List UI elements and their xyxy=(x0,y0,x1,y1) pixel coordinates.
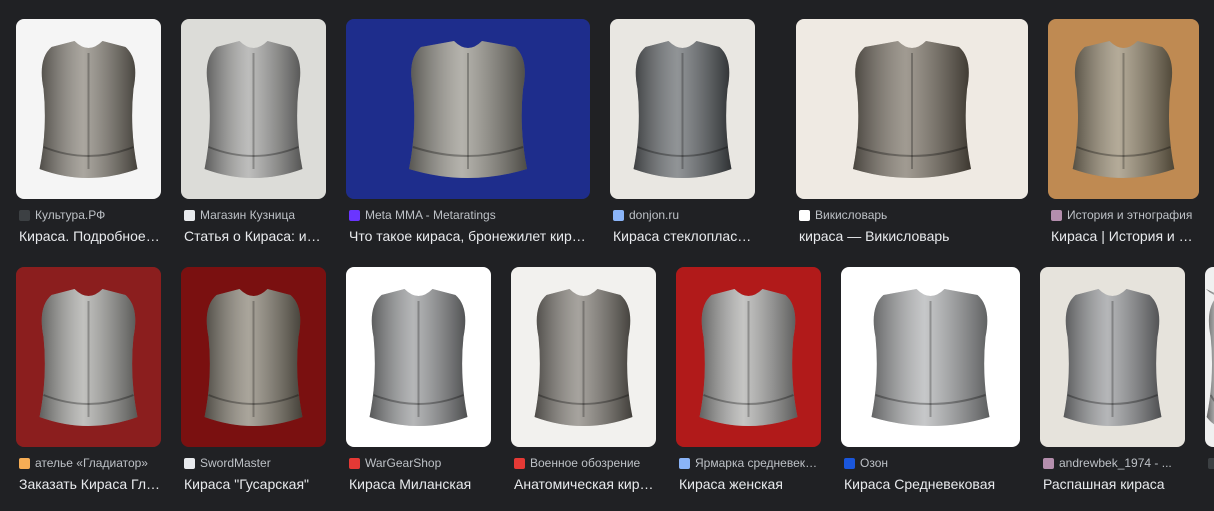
result-source[interactable]: ателье «Гладиатор» xyxy=(19,456,161,470)
result-thumbnail[interactable] xyxy=(1040,267,1185,447)
result-thumbnail[interactable] xyxy=(181,267,326,447)
result-title[interactable]: кираса — Викисловарь xyxy=(799,226,1028,246)
result-source[interactable]: Культура.РФ xyxy=(19,208,161,222)
source-name: Ярмарка средневековья xyxy=(695,456,821,470)
result-source[interactable]: Магазин Кузница xyxy=(184,208,326,222)
result-source[interactable] xyxy=(1208,456,1214,470)
source-name: История и этнография xyxy=(1067,208,1193,222)
result-thumbnail[interactable] xyxy=(181,19,326,199)
image-results-grid: Культура.РФ Кираса. Подробное описание Ма… xyxy=(0,0,1214,511)
square-icon xyxy=(1051,209,1062,221)
result-thumbnail[interactable] xyxy=(16,19,161,199)
star-icon xyxy=(514,457,525,469)
cuirass-image xyxy=(181,19,326,199)
result-thumbnail[interactable] xyxy=(346,19,590,199)
result-title[interactable]: Кираса | История и этнография xyxy=(1051,226,1199,246)
image-result-card[interactable]: donjon.ru Кираса стеклопластиковая xyxy=(610,19,755,244)
result-title[interactable]: Анатомическая кираса xyxy=(514,474,656,494)
image-result-card[interactable]: Meta MMA - Metaratings Что такое кираса, … xyxy=(346,19,590,244)
source-name: SwordMaster xyxy=(200,456,271,470)
result-source[interactable]: WarGearShop xyxy=(349,456,491,470)
result-title[interactable]: Кираса Миланская xyxy=(349,474,491,494)
image-result-card[interactable]: Магазин Кузница Статья о Кираса: история xyxy=(181,19,326,244)
square-icon xyxy=(19,457,30,469)
image-result-card[interactable]: Ярмарка средневековья Кираса женская xyxy=(676,267,821,492)
cuirass-image xyxy=(16,267,161,447)
source-name: Культура.РФ xyxy=(35,208,106,222)
circle-icon xyxy=(613,209,624,221)
square-icon xyxy=(1043,457,1054,469)
result-title[interactable]: Кираса стеклопластиковая xyxy=(613,226,755,246)
hammer-icon xyxy=(184,209,195,221)
image-result-card[interactable]: andrewbek_1974 - ... Распашная кираса xyxy=(1040,267,1185,492)
result-source[interactable]: andrewbek_1974 - ... xyxy=(1043,456,1185,470)
image-result-card[interactable]: Военное обозрение Анатомическая кираса xyxy=(511,267,656,492)
source-name: Военное обозрение xyxy=(530,456,641,470)
source-name: Озон xyxy=(860,456,889,470)
image-result-card[interactable]: История и этнография Кираса | История и э… xyxy=(1048,19,1199,244)
result-source[interactable]: SwordMaster xyxy=(184,456,326,470)
result-source[interactable]: Meta MMA - Metaratings xyxy=(349,208,590,222)
image-result-card[interactable]: ателье «Гладиатор» Заказать Кираса Гладиа… xyxy=(16,267,161,492)
cuirass-image xyxy=(16,19,161,199)
square-icon xyxy=(349,457,360,469)
cuirass-image xyxy=(1205,267,1214,447)
source-name: andrewbek_1974 - ... xyxy=(1059,456,1172,470)
results-row-2: ателье «Гладиатор» Заказать Кираса Гладиа… xyxy=(0,267,1214,511)
result-thumbnail[interactable] xyxy=(346,267,491,447)
source-name: Магазин Кузница xyxy=(200,208,295,222)
cuirass-image xyxy=(676,267,821,447)
image-result-card[interactable] xyxy=(1205,267,1214,469)
result-source[interactable]: donjon.ru xyxy=(613,208,755,222)
result-source[interactable]: История и этнография xyxy=(1051,208,1199,222)
source-name: donjon.ru xyxy=(629,208,680,222)
image-result-card[interactable]: WarGearShop Кираса Миланская xyxy=(346,267,491,492)
cuirass-image xyxy=(346,267,491,447)
image-result-card[interactable]: SwordMaster Кираса "Гусарская" xyxy=(181,267,326,492)
cuirass-image xyxy=(1048,19,1199,199)
cuirass-image xyxy=(610,19,755,199)
result-title[interactable]: Кираса "Гусарская" xyxy=(184,474,326,494)
result-title[interactable]: Кираса женская xyxy=(679,474,821,494)
result-title[interactable]: Заказать Кираса Гладиатор xyxy=(19,474,161,494)
source-name: ателье «Гладиатор» xyxy=(35,456,148,470)
bar-icon xyxy=(349,209,360,221)
result-thumbnail[interactable] xyxy=(511,267,656,447)
result-thumbnail[interactable] xyxy=(16,267,161,447)
sword-icon xyxy=(184,457,195,469)
result-thumbnail[interactable] xyxy=(676,267,821,447)
o-icon xyxy=(844,457,855,469)
cuirass-image xyxy=(181,267,326,447)
result-thumbnail[interactable] xyxy=(1048,19,1199,199)
source-name: Meta MMA - Metaratings xyxy=(365,208,496,222)
result-title[interactable]: Кираса. Подробное описание xyxy=(19,226,161,246)
cuirass-image xyxy=(841,267,1020,447)
result-source[interactable]: Викисловарь xyxy=(799,208,1028,222)
result-thumbnail[interactable] xyxy=(1205,267,1214,447)
circle-icon xyxy=(679,457,690,469)
cuirass-image xyxy=(1040,267,1185,447)
result-title[interactable]: Распашная кираса xyxy=(1043,474,1185,494)
image-result-card[interactable]: Озон Кираса Средневековая xyxy=(841,267,1020,492)
source-name: Викисловарь xyxy=(815,208,888,222)
cuirass-image xyxy=(346,19,590,199)
cuirass-image xyxy=(511,267,656,447)
image-result-card[interactable]: Викисловарь кираса — Викисловарь xyxy=(796,19,1028,244)
result-title[interactable]: Статья о Кираса: история xyxy=(184,226,326,246)
result-thumbnail[interactable] xyxy=(841,267,1020,447)
dots-icon xyxy=(19,209,30,221)
result-thumbnail[interactable] xyxy=(610,19,755,199)
result-source[interactable]: Военное обозрение xyxy=(514,456,656,470)
result-title[interactable]: Что такое кираса, бронежилет кирасира xyxy=(349,226,590,246)
result-source[interactable]: Озон xyxy=(844,456,1020,470)
cuirass-image xyxy=(796,19,1028,199)
source-name: WarGearShop xyxy=(365,456,442,470)
result-title[interactable]: Кираса Средневековая xyxy=(844,474,1020,494)
square-icon xyxy=(1208,457,1214,469)
w-icon xyxy=(799,209,810,221)
result-source[interactable]: Ярмарка средневековья xyxy=(679,456,821,470)
result-thumbnail[interactable] xyxy=(796,19,1028,199)
results-row-1: Культура.РФ Кираса. Подробное описание Ма… xyxy=(0,19,1214,269)
image-result-card[interactable]: Культура.РФ Кираса. Подробное описание xyxy=(16,19,161,244)
